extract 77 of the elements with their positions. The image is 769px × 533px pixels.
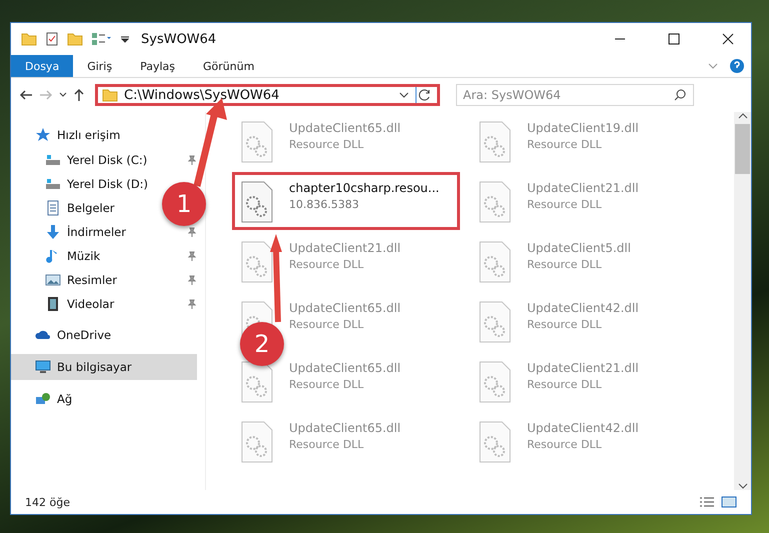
pin-icon[interactable] [187,251,197,261]
ribbon-tab[interactable]: Paylaş [126,55,189,77]
folder-icon [21,32,37,46]
drive-icon [45,176,61,192]
gear-file-icon [479,361,511,403]
file-detail: Resource DLL [289,258,365,271]
down-caret-icon[interactable] [738,482,748,490]
address-bar[interactable]: C:\Windows\SysWOW64 [95,84,440,106]
file-name[interactable]: chapter10csharp.resou... [289,181,440,195]
sidebar-item[interactable]: Bu bilgisayar [11,354,197,380]
window-title: SysWOW64 [141,32,216,46]
film-icon [45,296,61,312]
dropdown-icon[interactable] [121,35,129,43]
ribbon-tab[interactable]: Görünüm [189,55,268,77]
file-detail: Resource DLL [289,138,365,151]
gear-file-icon [479,301,511,343]
gear-file-icon [479,421,511,463]
sidebar-item[interactable]: Müzik [11,244,108,268]
gear-file-icon [241,361,273,403]
maximize-icon [668,33,680,45]
monitor-icon [35,359,51,375]
file-detail: Resource DLL [527,198,603,211]
file-detail: Resource DLL [527,318,603,331]
pin-icon[interactable] [187,275,197,285]
folder-icon [102,88,118,102]
star-icon [35,127,51,143]
properties-icon[interactable] [45,32,59,46]
file-detail: Resource DLL [527,258,603,271]
file-detail: Resource DLL [527,138,603,151]
folder-icon [67,32,83,46]
sidebar-item[interactable]: Videolar [11,292,122,316]
document-icon [45,200,61,216]
gear-file-icon [479,121,511,163]
search-field[interactable]: Ara: SysWOW64 [456,84,694,106]
back-button[interactable] [19,89,33,101]
sidebar-item[interactable]: Resimler [11,268,125,292]
file-detail: 10.836.5383 [289,198,360,211]
details-view-icon[interactable] [699,496,715,508]
pin-icon[interactable] [187,155,197,165]
file-detail: Resource DLL [289,318,365,331]
network-icon [35,391,51,407]
scrollbar[interactable] [734,112,751,490]
item-count: 142 öğe [25,496,70,508]
view-icon[interactable] [91,32,113,46]
gear-file-icon [479,241,511,283]
gear-file-icon [241,121,273,163]
sidebar-item[interactable]: Yerel Disk (D:) [11,172,156,196]
gear-file-icon [241,241,273,283]
dropdown-icon[interactable] [399,91,409,99]
sidebar-item[interactable]: Belgeler [11,196,123,220]
sidebar-item[interactable]: Hızlı erişim [11,122,128,148]
search-icon[interactable] [674,89,686,101]
sidebar-item[interactable]: OneDrive [11,322,120,348]
pin-icon[interactable] [187,227,197,237]
file-detail: Resource DLL [289,438,365,451]
thumbnail-view-icon[interactable] [721,496,737,508]
gear-file-icon [479,181,511,223]
up-button[interactable] [73,88,85,102]
ribbon-tab[interactable]: Giriş [73,55,126,77]
sidebar-item[interactable]: İndirmeler [11,220,134,244]
file-detail: Resource DLL [289,378,365,391]
pin-icon[interactable] [187,299,197,309]
drive-icon [45,152,61,168]
gear-file-icon [241,181,273,223]
ribbon-tab[interactable]: Dosya [11,55,74,77]
gear-file-icon [241,421,273,463]
file-detail: Resource DLL [527,438,603,451]
sidebar-item[interactable]: Yerel Disk (C:) [11,148,156,172]
down-arrow-icon [45,224,61,240]
scrollbar-thumb[interactable] [735,124,750,174]
close-icon [722,33,734,45]
file-detail: Resource DLL [527,378,603,391]
up-caret-icon[interactable] [738,112,748,120]
recent-button[interactable] [59,92,67,98]
picture-icon [45,272,61,288]
file-item[interactable]: chapter10csharp.resou... 10.836.5383 [232,172,460,230]
sidebar-item[interactable]: Ağ [11,386,80,412]
